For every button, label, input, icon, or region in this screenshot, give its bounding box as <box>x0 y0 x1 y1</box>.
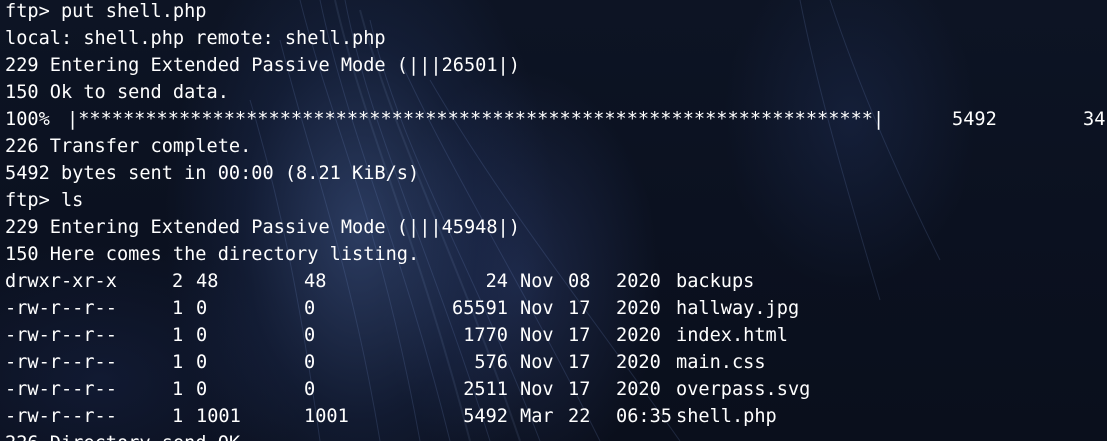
listing-day: 22 <box>568 406 591 427</box>
listing-owner: 0 <box>196 298 208 319</box>
listing-month: Mar <box>520 406 554 427</box>
listing-name: shell.php <box>676 406 777 427</box>
listing-owner: 1001 <box>196 406 241 427</box>
listing-row: -rw-r--r-- 1 1001 1001 5492 Mar 22 06:35… <box>5 403 1105 430</box>
listing-row: drwxr-xr-x 2 48 48 24 Nov 08 2020 backup… <box>5 268 1105 295</box>
listing-perms: -rw-r--r-- <box>5 325 117 346</box>
listing-time: 2020 <box>616 379 661 400</box>
listing-size: 65591 <box>452 298 508 319</box>
terminal-window[interactable]: ftp> put shell.php local: shell.php remo… <box>0 0 1107 441</box>
listing-day: 17 <box>568 379 591 400</box>
progress-bar: |***************************************… <box>67 109 885 130</box>
listing-group: 0 <box>304 298 316 319</box>
progress-rate: 34 <box>1083 109 1106 130</box>
terminal-line-ok-send: 150 Ok to send data. <box>5 82 229 103</box>
listing-month: Nov <box>520 379 554 400</box>
listing-row: -rw-r--r-- 1 0 0 576 Nov 17 2020 main.cs… <box>5 349 1105 376</box>
listing-owner: 0 <box>196 325 208 346</box>
listing-day: 08 <box>568 271 591 292</box>
listing-name: overpass.svg <box>676 379 811 400</box>
listing-group: 48 <box>304 271 327 292</box>
listing-time: 2020 <box>616 298 661 319</box>
listing-owner: 48 <box>196 271 219 292</box>
terminal-line-passive-mode-2: 229 Entering Extended Passive Mode (|||4… <box>5 217 520 238</box>
listing-time: 2020 <box>616 325 661 346</box>
listing-perms: -rw-r--r-- <box>5 379 117 400</box>
listing-owner: 0 <box>196 379 208 400</box>
listing-name: index.html <box>676 325 788 346</box>
terminal-line-directory-listing: 150 Here comes the directory listing. <box>5 244 420 265</box>
listing-month: Nov <box>520 298 554 319</box>
listing-day: 17 <box>568 325 591 346</box>
listing-links: 1 <box>172 352 184 373</box>
progress-bytes: 5492 <box>952 109 997 130</box>
terminal-line-transfer-complete: 226 Transfer complete. <box>5 136 252 157</box>
listing-month: Nov <box>520 271 554 292</box>
terminal-line-progress: 100% |**********************************… <box>5 106 1107 133</box>
listing-size: 1770 <box>463 325 508 346</box>
listing-perms: drwxr-xr-x <box>5 271 117 292</box>
terminal-line-passive-mode: 229 Entering Extended Passive Mode (|||2… <box>5 55 520 76</box>
listing-size: 2511 <box>463 379 508 400</box>
listing-group: 0 <box>304 352 316 373</box>
listing-size: 576 <box>474 352 508 373</box>
listing-name: backups <box>676 271 755 292</box>
terminal-line-command-ls: ftp> ls <box>5 190 84 211</box>
listing-month: Nov <box>520 352 554 373</box>
listing-perms: -rw-r--r-- <box>5 298 117 319</box>
listing-row: -rw-r--r-- 1 0 0 1770 Nov 17 2020 index.… <box>5 322 1105 349</box>
listing-links: 1 <box>172 379 184 400</box>
listing-size: 24 <box>485 271 508 292</box>
listing-group: 0 <box>304 379 316 400</box>
listing-size: 5492 <box>463 406 508 427</box>
listing-time: 2020 <box>616 271 661 292</box>
progress-percent: 100% <box>5 109 50 130</box>
listing-group: 0 <box>304 325 316 346</box>
listing-row: -rw-r--r-- 1 0 0 65591 Nov 17 2020 hallw… <box>5 295 1105 322</box>
listing-day: 17 <box>568 298 591 319</box>
listing-links: 1 <box>172 325 184 346</box>
listing-perms: -rw-r--r-- <box>5 406 117 427</box>
terminal-line-bytes-sent: 5492 bytes sent in 00:00 (8.21 KiB/s) <box>5 163 420 184</box>
listing-owner: 0 <box>196 352 208 373</box>
listing-time: 06:35 <box>616 406 672 427</box>
listing-perms: -rw-r--r-- <box>5 352 117 373</box>
terminal-line-local-remote: local: shell.php remote: shell.php <box>5 28 386 49</box>
listing-links: 1 <box>172 406 184 427</box>
terminal-line-directory-send-ok: 226 Directory send OK. <box>5 430 251 441</box>
listing-group: 1001 <box>304 406 349 427</box>
listing-day: 17 <box>568 352 591 373</box>
listing-links: 2 <box>172 271 184 292</box>
listing-time: 2020 <box>616 352 661 373</box>
listing-row: -rw-r--r-- 1 0 0 2511 Nov 17 2020 overpa… <box>5 376 1105 403</box>
listing-month: Nov <box>520 325 554 346</box>
listing-name: hallway.jpg <box>676 298 800 319</box>
listing-links: 1 <box>172 298 184 319</box>
listing-name: main.css <box>676 352 766 373</box>
terminal-line-command-put: ftp> put shell.php <box>5 1 207 22</box>
